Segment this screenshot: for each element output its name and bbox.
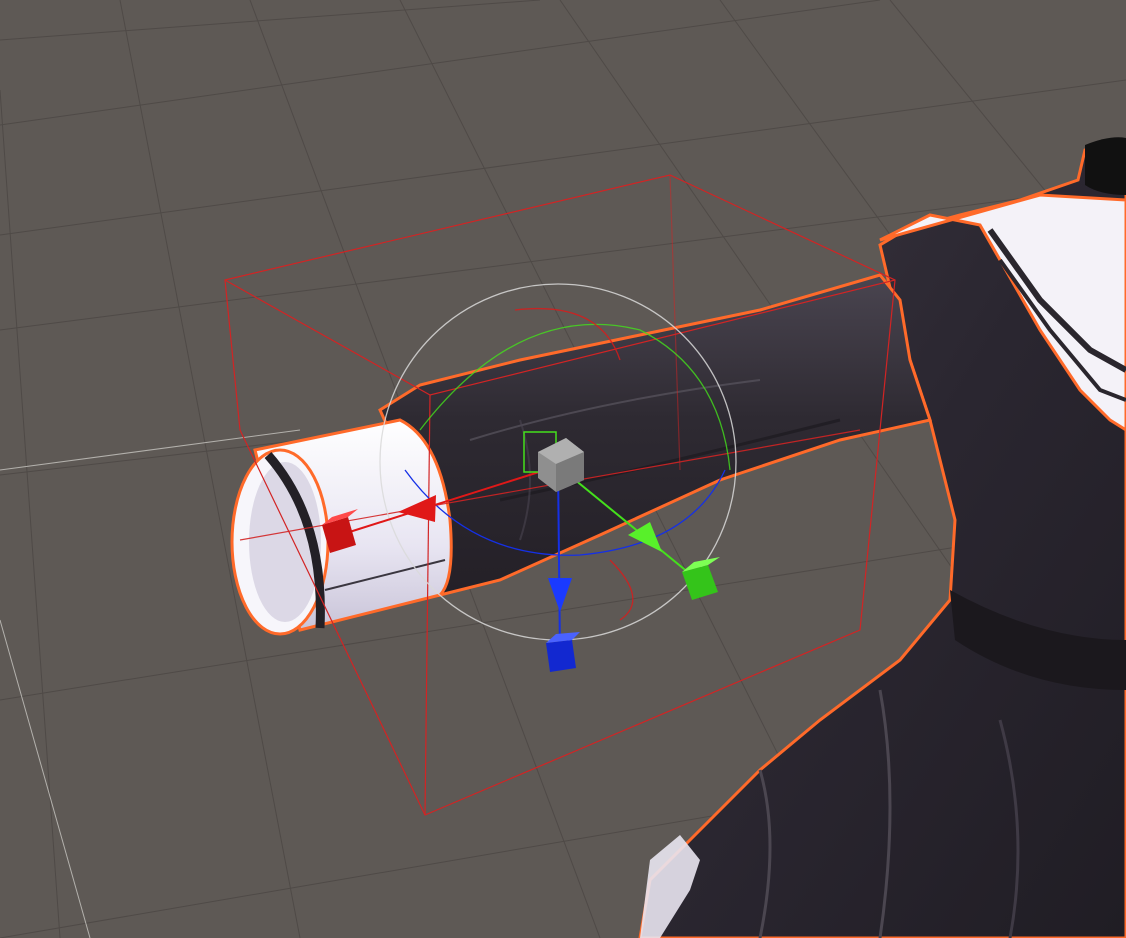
- scene-viewport[interactable]: [0, 0, 1126, 938]
- z-axis-scale-handle[interactable]: [546, 578, 580, 672]
